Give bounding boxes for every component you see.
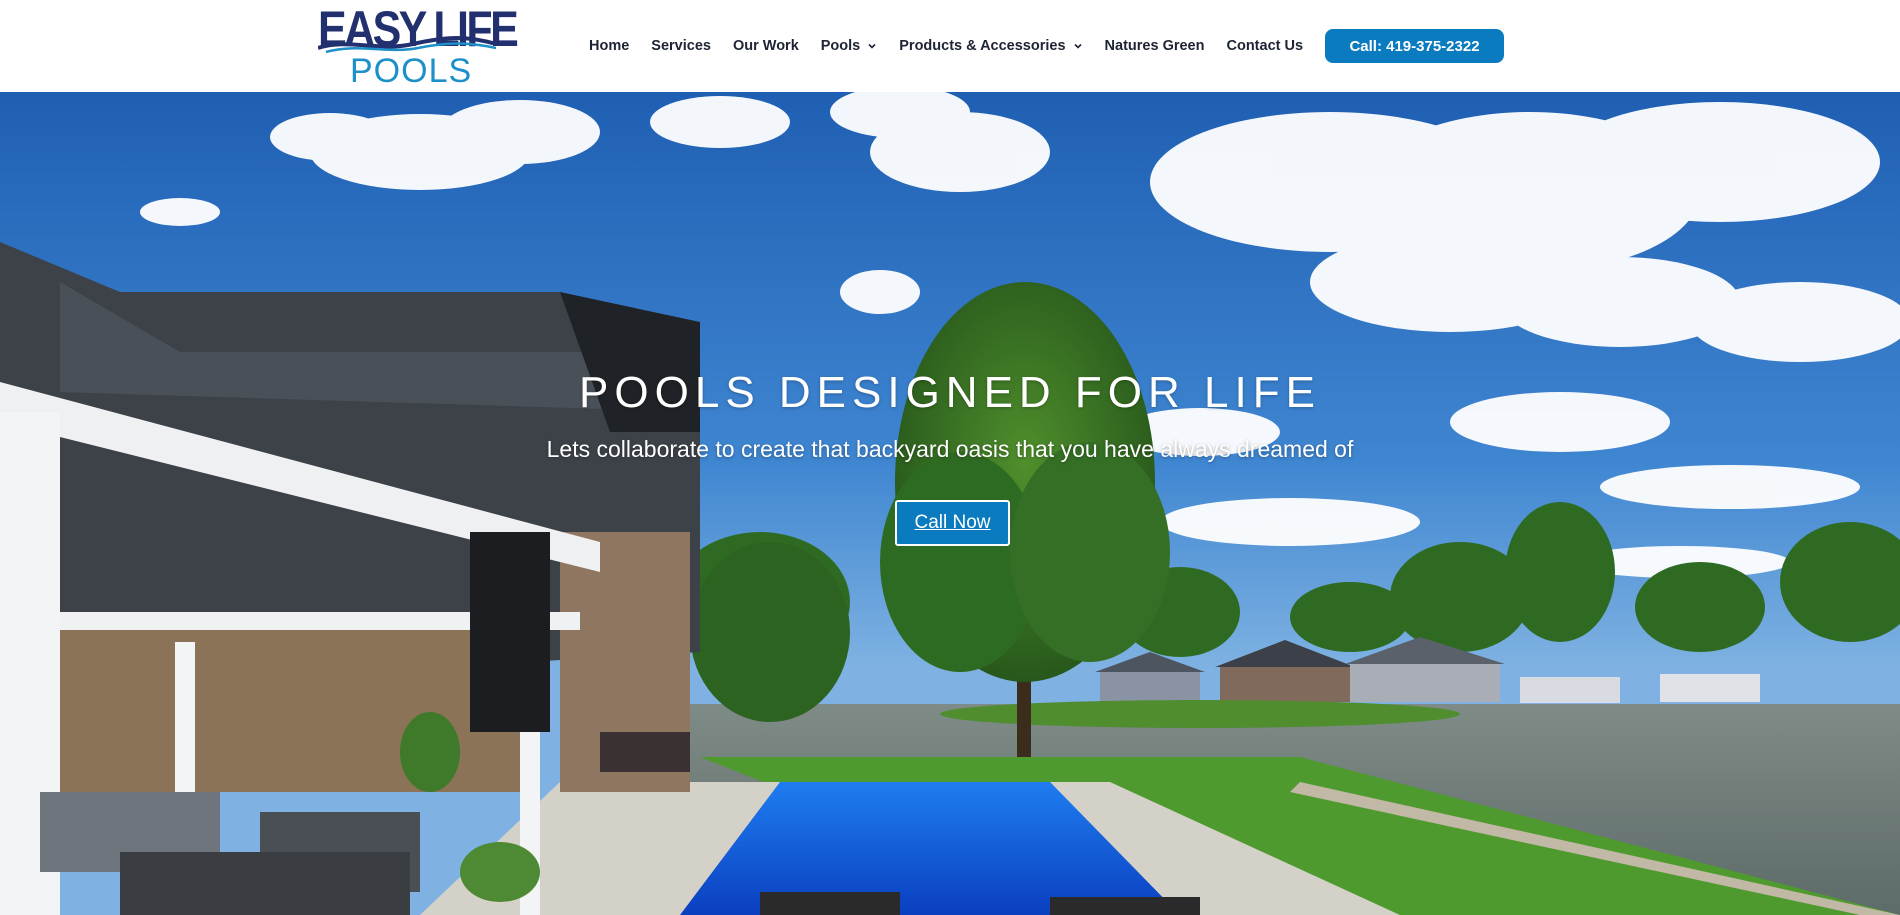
main-nav: Home Services Our Work Pools Products & …	[589, 0, 1303, 92]
logo-wordmark-bottom: POOLS	[350, 52, 473, 90]
nav-home[interactable]: Home	[589, 38, 629, 54]
nav-contact-us[interactable]: Contact Us	[1226, 38, 1303, 54]
nav-services[interactable]: Services	[651, 38, 711, 54]
nav-pools-label: Pools	[820, 38, 861, 54]
logo-wave-icon	[318, 36, 496, 54]
nav-home-label: Home	[589, 38, 630, 54]
hero-subtitle: Lets collaborate to create that backyard…	[546, 436, 1354, 462]
nav-services-label: Services	[651, 38, 711, 54]
nav-our-work[interactable]: Our Work	[733, 38, 799, 54]
nav-products-label: Products & Accessories	[899, 38, 1066, 54]
call-phone-button[interactable]: Call: 419-375-2322	[1325, 29, 1504, 63]
site-logo[interactable]: EASY LIFE POOLS	[318, 4, 519, 90]
nav-natures-green[interactable]: Natures Green	[1105, 38, 1205, 54]
hero-title: POOLS DESIGNED FOR LIFE	[579, 368, 1321, 417]
nav-contact-label: Contact Us	[1226, 38, 1304, 54]
nav-products-accessories[interactable]: Products & Accessories	[899, 38, 1082, 54]
nav-natures-green-label: Natures Green	[1104, 38, 1205, 54]
site-header: EASY LIFE POOLS Home Services Our Work P…	[0, 0, 1900, 92]
chevron-down-icon	[1073, 43, 1082, 49]
chevron-down-icon	[868, 43, 876, 49]
call-now-button[interactable]: Call Now	[895, 500, 1010, 546]
nav-pools[interactable]: Pools	[821, 38, 877, 54]
nav-our-work-label: Our Work	[732, 38, 799, 54]
hero-section: POOLS DESIGNED FOR LIFE Lets collaborate…	[0, 92, 1900, 915]
